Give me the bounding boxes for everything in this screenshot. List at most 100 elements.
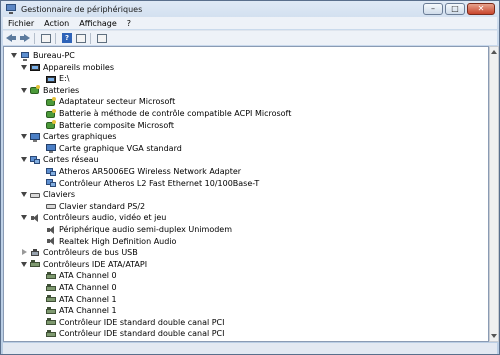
tree-item-label: Batterie composite Microsoft bbox=[59, 120, 175, 130]
tree-item[interactable]: ATA Channel 1 bbox=[36, 305, 117, 316]
tree-item-label: Contrôleur IDE standard double canal PCI bbox=[59, 317, 225, 327]
scroll-down-icon[interactable] bbox=[491, 332, 498, 340]
tree-item[interactable]: Contrôleurs IDE ATA/ATAPI bbox=[20, 259, 147, 270]
tree-item-label: Batterie à méthode de contrôle compatibl… bbox=[59, 109, 292, 118]
toolbar-separator bbox=[34, 32, 35, 44]
title-bar[interactable]: Gestionnaire de périphériques – □ ✕ bbox=[1, 1, 499, 17]
close-button[interactable]: ✕ bbox=[467, 3, 495, 15]
tree-item-label: Claviers bbox=[43, 190, 76, 200]
network-adapter-icon bbox=[46, 167, 56, 177]
keyboard-icon bbox=[30, 190, 40, 200]
properties-button[interactable] bbox=[75, 32, 87, 44]
forward-arrow-icon bbox=[20, 33, 30, 43]
tree-item[interactable]: Contrôleurs audio, vidéo et jeu bbox=[20, 212, 166, 223]
collapse-icon[interactable] bbox=[20, 191, 27, 198]
tree-item[interactable]: Cartes graphiques bbox=[20, 131, 116, 142]
tree-item[interactable]: Cartes réseau bbox=[20, 154, 99, 165]
tree-item[interactable]: Contrôleur IDE standard double canal PCI bbox=[36, 328, 225, 339]
tree-item[interactable]: Clavier standard PS/2 bbox=[36, 201, 145, 212]
network-adapter-icon bbox=[30, 155, 40, 165]
collapse-icon[interactable] bbox=[10, 52, 17, 59]
tree-item-label: Realtek High Definition Audio bbox=[59, 236, 177, 246]
tree-item[interactable]: Appareils mobiles bbox=[20, 62, 114, 73]
tree-item-label: Contrôleurs audio, vidéo et jeu bbox=[43, 213, 167, 223]
tree-item[interactable]: Contrôleur IDE standard double canal PCI bbox=[36, 317, 225, 328]
collapse-icon[interactable] bbox=[20, 261, 27, 268]
computer-icon bbox=[20, 51, 30, 61]
vertical-scrollbar[interactable] bbox=[489, 46, 499, 342]
tree-item[interactable]: Adaptateur secteur Microsoft bbox=[36, 96, 175, 107]
tree-item-label: Bureau-PC bbox=[33, 51, 75, 60]
menu-affichage[interactable]: Affichage bbox=[74, 19, 122, 28]
collapse-icon[interactable] bbox=[20, 133, 27, 140]
forward-button[interactable] bbox=[19, 32, 31, 44]
tree-item[interactable]: E:\ bbox=[36, 73, 69, 84]
help-icon: ? bbox=[62, 33, 72, 43]
tree-item[interactable]: Claviers bbox=[20, 189, 75, 200]
scan-hardware-button[interactable] bbox=[96, 32, 108, 44]
scroll-up-icon[interactable] bbox=[491, 48, 498, 56]
tree-item-label: Carte graphique VGA standard bbox=[59, 143, 182, 153]
menu-fichier[interactable]: Fichier bbox=[3, 19, 39, 28]
collapse-icon[interactable] bbox=[20, 64, 27, 71]
menu-help[interactable]: ? bbox=[122, 19, 136, 28]
expand-icon[interactable] bbox=[20, 249, 27, 256]
tree-item[interactable]: Périphérique audio semi-duplex Unimodem bbox=[36, 224, 232, 235]
collapse-icon[interactable] bbox=[20, 214, 27, 221]
console-tree-icon bbox=[41, 33, 51, 43]
mobile-device-icon bbox=[30, 62, 40, 72]
menu-action[interactable]: Action bbox=[39, 19, 74, 28]
help-button[interactable]: ? bbox=[61, 32, 73, 44]
display-adapter-icon bbox=[30, 132, 40, 142]
display-adapter-icon bbox=[46, 143, 56, 154]
tree-item[interactable]: Carte graphique VGA standard bbox=[36, 143, 182, 154]
tree-item-label: Cartes graphiques bbox=[43, 132, 117, 142]
tree-item[interactable]: Contrôleur Atheros L2 Fast Ethernet 10/1… bbox=[36, 178, 259, 189]
tree-item-label: Cartes réseau bbox=[43, 155, 99, 165]
tree-item[interactable]: ATA Channel 0 bbox=[36, 270, 117, 281]
device-manager-window: Gestionnaire de périphériques – □ ✕ Fich… bbox=[0, 0, 500, 355]
tree-item[interactable]: Lecteurs de disque bbox=[20, 340, 119, 341]
ide-controller-icon bbox=[46, 329, 56, 339]
battery-icon bbox=[46, 96, 56, 107]
usb-icon bbox=[30, 248, 40, 258]
tree-item-label: ATA Channel 0 bbox=[59, 271, 117, 281]
ide-controller-icon bbox=[30, 259, 40, 269]
tree-item-label: Contrôleur Atheros L2 Fast Ethernet 10/1… bbox=[59, 178, 260, 188]
collapse-icon[interactable] bbox=[20, 156, 27, 163]
ide-controller-icon bbox=[46, 271, 56, 281]
tree-item-label: E:\ bbox=[59, 74, 70, 84]
toolbar: ? bbox=[3, 30, 497, 45]
tree-item[interactable]: Batterie composite Microsoft bbox=[36, 120, 174, 131]
tree-item-label: Périphérique audio semi-duplex Unimodem bbox=[59, 225, 233, 234]
tree-item[interactable]: Bureau-PC bbox=[10, 50, 75, 61]
tree-item[interactable]: ATA Channel 0 bbox=[36, 282, 117, 293]
show-hide-tree-button[interactable] bbox=[40, 32, 52, 44]
tree-item[interactable]: Atheros AR5006EG Wireless Network Adapte… bbox=[36, 166, 241, 177]
ide-controller-icon bbox=[46, 283, 56, 293]
tree-item[interactable]: Contrôleurs de bus USB bbox=[20, 247, 138, 258]
tree-item[interactable]: Batterie à méthode de contrôle compatibl… bbox=[36, 108, 291, 119]
back-arrow-icon bbox=[6, 33, 16, 43]
status-bar bbox=[3, 343, 497, 354]
device-manager-icon bbox=[5, 3, 17, 15]
tree-item-label: Contrôleurs IDE ATA/ATAPI bbox=[43, 259, 148, 269]
tree-item-label: ATA Channel 1 bbox=[59, 294, 117, 304]
tree-item[interactable]: Batteries bbox=[20, 85, 79, 96]
battery-icon bbox=[30, 85, 40, 95]
battery-icon bbox=[46, 120, 56, 130]
tree-item[interactable]: ATA Channel 1 bbox=[36, 294, 117, 305]
tree-item-label: Appareils mobiles bbox=[43, 62, 115, 72]
collapse-icon[interactable] bbox=[20, 87, 27, 94]
maximize-button[interactable]: □ bbox=[445, 3, 465, 15]
ide-controller-icon bbox=[46, 306, 56, 316]
audio-icon bbox=[46, 236, 56, 246]
tree-item[interactable]: Realtek High Definition Audio bbox=[36, 236, 176, 247]
ide-controller-icon bbox=[46, 294, 56, 304]
properties-icon bbox=[76, 33, 86, 43]
tree-item-label: Contrôleurs de bus USB bbox=[43, 248, 138, 258]
ide-controller-icon bbox=[46, 317, 56, 327]
back-button[interactable] bbox=[5, 32, 17, 44]
minimize-button[interactable]: – bbox=[423, 3, 443, 15]
network-adapter-icon bbox=[46, 178, 56, 188]
